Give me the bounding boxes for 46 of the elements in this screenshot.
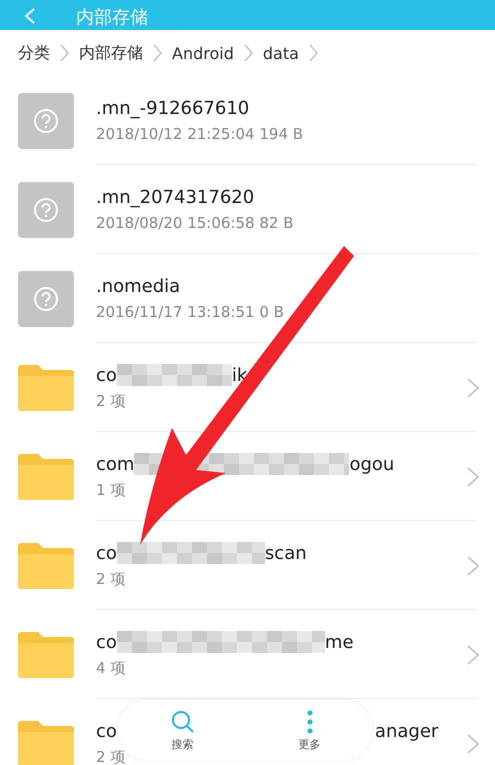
file-detail: 2018/08/20 15:06:58 82 B (96, 214, 295, 232)
file-list-item[interactable]: co scan 2 项 (0, 521, 495, 610)
file-name: me (324, 632, 354, 652)
chevron-icon (467, 378, 479, 398)
chevron-icon (467, 644, 479, 664)
breadcrumb-item[interactable]: data (262, 44, 299, 62)
file-name: .mn_2074317620 (96, 187, 256, 208)
file-detail: 1 项 (96, 481, 126, 500)
file-list-item[interactable]: .nomedia 2016/11/17 13:18:51 0 B (0, 254, 495, 343)
file-name: com (96, 454, 134, 474)
unknown-file-icon (18, 270, 74, 326)
file-detail: 2 项 (96, 570, 126, 589)
file-name: co (96, 720, 117, 742)
breadcrumb-item[interactable]: 分类 (18, 42, 50, 64)
file-detail: 2016/11/17 13:18:51 0 B (96, 303, 285, 321)
file-name: .mn_-912667610 (96, 98, 250, 119)
file-detail: 2018/10/12 21:25:04 194 B (96, 125, 304, 143)
file-detail: 2 项 (96, 392, 126, 411)
file-list-item[interactable]: .mn_-912667610 2018/10/12 21:25:04 194 B (0, 76, 495, 165)
file-name: anager (374, 720, 438, 742)
breadcrumb-item[interactable]: 内部存储 (79, 42, 143, 64)
search-icon (170, 708, 196, 734)
file-name: co (96, 632, 117, 652)
file-name: scan (264, 542, 307, 564)
file-list-item[interactable]: .mn_2074317620 2018/08/20 15:06:58 82 B (0, 165, 495, 254)
unknown-file-icon (18, 182, 74, 238)
chevron-icon (60, 44, 69, 62)
file-detail: 4 项 (96, 659, 126, 678)
chevron-icon (153, 44, 162, 62)
file-name: ogou (349, 454, 394, 474)
breadcrumb-item[interactable]: Android (172, 44, 234, 62)
file-list-item[interactable]: co me 4 项 (0, 610, 495, 699)
toolbar-button[interactable]: 搜索 (170, 708, 196, 752)
chevron-icon (244, 44, 253, 62)
app-bar-title: 内部存储 (76, 6, 148, 30)
file-name: co (96, 364, 117, 386)
file-name: co (96, 542, 117, 564)
file-name: .nomedia (96, 276, 182, 297)
more-icon (306, 708, 314, 734)
toolbar-button[interactable]: 更多 (298, 708, 320, 752)
chevron-icon (467, 466, 479, 486)
file-detail: 2 项 (96, 748, 126, 765)
chevron-icon (467, 556, 479, 576)
unknown-file-icon (18, 92, 74, 148)
chevron-icon (308, 44, 318, 62)
chevron-icon (467, 734, 479, 754)
